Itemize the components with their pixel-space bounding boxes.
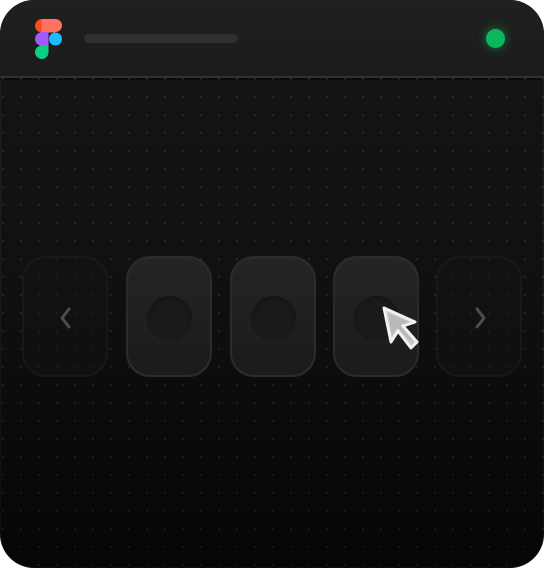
window-header bbox=[0, 0, 544, 78]
status-indicator-dot bbox=[486, 29, 505, 48]
app-window bbox=[0, 0, 544, 568]
chevron-left-icon bbox=[56, 306, 76, 330]
carousel-slot-2[interactable] bbox=[230, 256, 316, 377]
next-button[interactable] bbox=[436, 256, 522, 377]
chevron-right-icon bbox=[470, 306, 490, 330]
cursor-arrow-icon bbox=[381, 306, 427, 352]
slot-knob bbox=[147, 296, 192, 341]
figma-icon bbox=[35, 19, 62, 59]
carousel-slot-1[interactable] bbox=[126, 256, 212, 377]
previous-button[interactable] bbox=[22, 256, 108, 377]
window-title-placeholder bbox=[84, 34, 238, 43]
slot-knob bbox=[251, 296, 296, 341]
